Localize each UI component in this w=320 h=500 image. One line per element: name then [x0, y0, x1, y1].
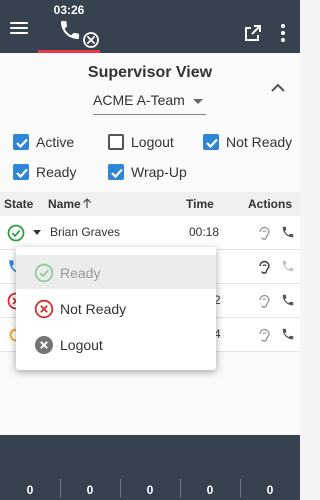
check-circle-icon — [7, 224, 25, 242]
state-count: 0 — [266, 483, 274, 497]
column-header-name[interactable]: Name — [48, 197, 81, 211]
chevron-up-icon[interactable] — [268, 81, 288, 95]
checkbox-checked[interactable] — [13, 134, 29, 150]
column-header-state[interactable]: State — [4, 197, 33, 211]
phone-icon[interactable] — [281, 225, 295, 239]
close-filled-circle-icon — [35, 336, 53, 354]
column-header-actions: Actions — [248, 197, 293, 211]
checkbox-checked[interactable] — [108, 164, 124, 180]
filter-label: Active — [36, 134, 75, 150]
checkbox-unchecked[interactable] — [108, 134, 124, 150]
close-circle-icon — [34, 299, 54, 319]
call-timer: 03:26 — [53, 3, 85, 17]
filter-label: Logout — [131, 134, 174, 150]
phone-icon[interactable] — [281, 327, 295, 341]
column-header-time[interactable]: Time — [186, 197, 214, 211]
team-select-value: ACME A-Team — [93, 92, 185, 108]
active-call-tab[interactable]: 03:26 — [38, 0, 100, 53]
listen-icon[interactable] — [257, 327, 271, 343]
close-circle-icon — [83, 32, 99, 48]
menu-item-ready[interactable]: Ready — [16, 255, 216, 289]
team-select[interactable]: ACME A-Team — [93, 90, 206, 115]
listen-icon[interactable] — [257, 293, 271, 309]
state-count: 0 — [26, 483, 34, 497]
phone-icon — [61, 21, 79, 39]
open-in-new-icon[interactable] — [243, 23, 263, 43]
menu-item-label: Ready — [60, 265, 101, 281]
dropdown-arrow-icon — [193, 99, 203, 104]
row-state-menu-toggle[interactable] — [33, 230, 41, 235]
menu-item-logout[interactable]: Logout — [16, 327, 216, 361]
filter-label: Wrap-Up — [131, 164, 187, 180]
state-count: 0 — [206, 483, 214, 497]
checkbox-checked[interactable] — [203, 134, 219, 150]
supervisor-panel: Supervisor View ACME A-Team Active Logou… — [0, 53, 300, 435]
table-row[interactable]: Brian Graves 00:18 — [0, 216, 300, 250]
listen-icon[interactable] — [257, 225, 271, 241]
state-counts-bar: 0 0 0 0 0 — [0, 435, 300, 500]
hamburger-icon[interactable] — [8, 20, 30, 36]
filter-label: Not Ready — [226, 134, 293, 150]
arrow-up-icon[interactable] — [82, 197, 92, 209]
kebab-icon[interactable] — [276, 22, 290, 44]
state-count: 0 — [146, 483, 154, 497]
page-title: Supervisor View — [87, 64, 213, 81]
agent-state-time: 00:18 — [189, 225, 220, 239]
table-header: State Name Time Actions — [0, 192, 300, 216]
menu-item-label: Not Ready — [60, 301, 127, 317]
checkbox-checked[interactable] — [13, 164, 29, 180]
top-app-bar: 03:26 — [0, 0, 300, 53]
filter-label: Ready — [36, 164, 77, 180]
agent-state-menu: Ready Not Ready Logout — [16, 247, 216, 370]
menu-item-label: Logout — [60, 337, 103, 353]
state-count: 0 — [86, 483, 94, 497]
check-circle-icon — [34, 263, 54, 283]
agent-name: Brian Graves — [50, 225, 121, 239]
menu-item-not-ready[interactable]: Not Ready — [16, 291, 216, 325]
phone-icon[interactable] — [281, 259, 295, 273]
listen-icon[interactable] — [257, 259, 271, 275]
phone-icon[interactable] — [281, 293, 295, 307]
